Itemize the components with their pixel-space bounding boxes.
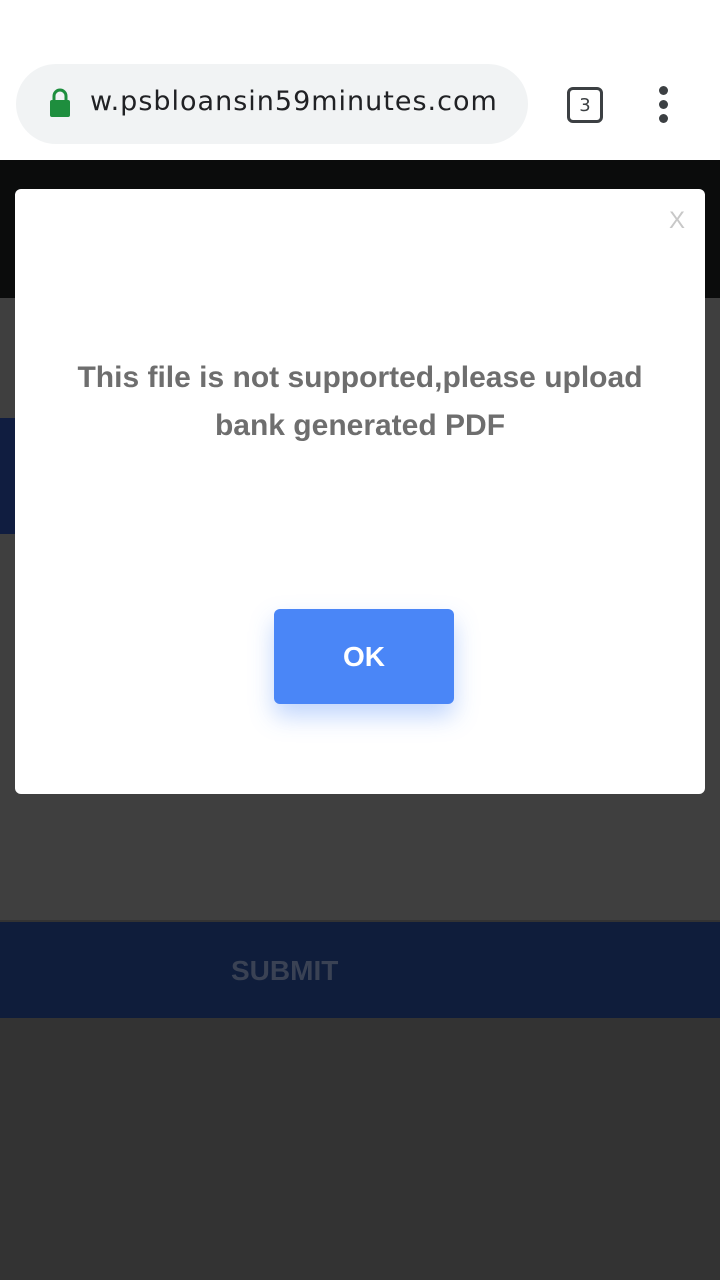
ok-button[interactable]: OK	[274, 609, 454, 704]
error-dialog: X This file is not supported,please uplo…	[15, 189, 705, 794]
browser-toolbar: w.psbloansin59minutes.com 3	[0, 0, 720, 160]
page-accent-strip	[0, 418, 16, 534]
submit-label: SUBMIT	[231, 955, 339, 986]
address-bar[interactable]: w.psbloansin59minutes.com	[16, 64, 528, 144]
more-vert-icon[interactable]	[650, 86, 678, 126]
url-text[interactable]: w.psbloansin59minutes.com	[90, 86, 498, 117]
tab-switcher-button[interactable]: 3	[567, 87, 603, 123]
close-icon[interactable]: X	[669, 207, 685, 235]
ok-label: OK	[343, 640, 385, 672]
tab-count: 3	[579, 94, 591, 116]
lock-icon	[50, 88, 70, 117]
page-footer	[0, 1018, 720, 1280]
dialog-message: This file is not supported,please upload…	[77, 361, 643, 442]
submit-button[interactable]: SUBMIT	[0, 922, 720, 1018]
